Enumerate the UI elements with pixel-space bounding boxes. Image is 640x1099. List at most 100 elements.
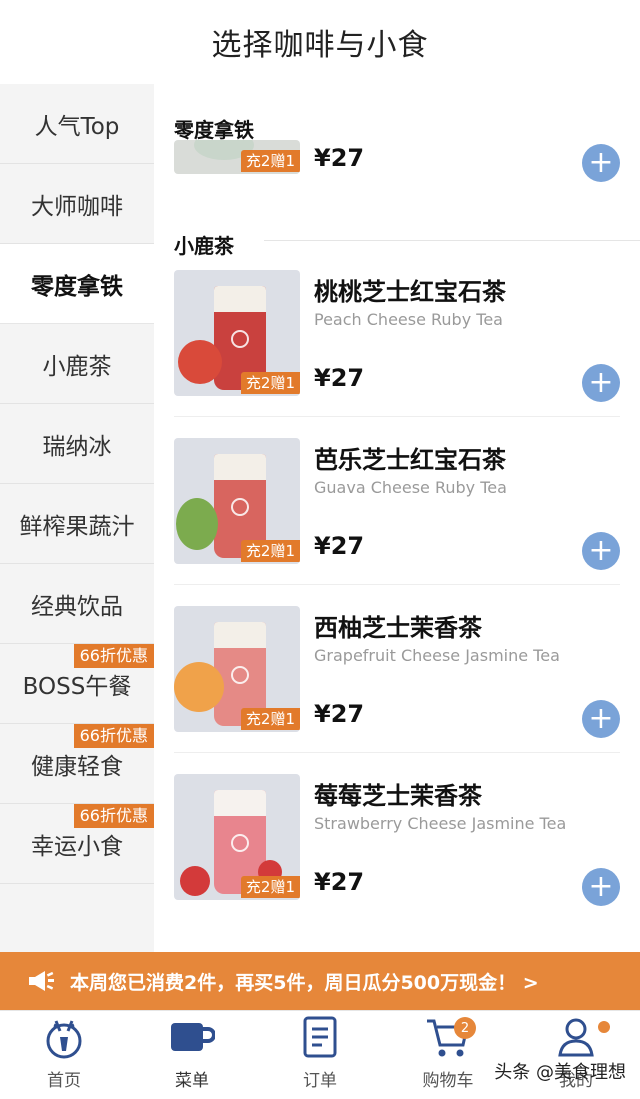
sidebar-item-label: 幸运小食 (31, 833, 123, 860)
sidebar-item-label: 小鹿茶 (42, 353, 112, 380)
guava-fruit-shape (176, 498, 218, 550)
product-price: ¥27 (314, 144, 365, 172)
product-price: ¥27 (314, 700, 365, 728)
order-icon (302, 1014, 338, 1060)
sidebar-item-popular[interactable]: 人气Top (0, 84, 154, 164)
section-title: 零度拿铁 (174, 118, 254, 142)
sidebar-item-label: 大师咖啡 (31, 193, 123, 220)
promo-tag: 充2赠1 (240, 708, 300, 730)
tab-cart[interactable]: 2 购物车 (384, 1011, 512, 1099)
product-card[interactable]: 充2赠1 莓莓芝士茉香茶 Strawberry Cheese Jasmine T… (174, 774, 620, 942)
sidebar-item-lucky-snacks[interactable]: 66折优惠 幸运小食 (0, 804, 154, 884)
tab-home[interactable]: 首页 (0, 1011, 128, 1099)
cart-count-badge: 2 (454, 1017, 476, 1039)
tab-label: 购物车 (422, 1071, 474, 1091)
sidebar-item-classic-drinks[interactable]: 经典饮品 (0, 564, 154, 644)
product-card[interactable]: 充2赠1 ¥27 + (174, 140, 620, 200)
promo-tag: 充2赠1 (240, 150, 300, 172)
user-icon (556, 1014, 596, 1060)
tab-label: 首页 (47, 1071, 81, 1091)
promo-tag: 充2赠1 (240, 876, 300, 898)
cheese-foam-shape (214, 286, 266, 312)
sidebar-item-label: 零度拿铁 (31, 273, 123, 300)
product-card[interactable]: 充2赠1 芭乐芝士红宝石茶 Guava Cheese Ruby Tea ¥27 … (174, 438, 620, 606)
page-title: 选择咖啡与小食 (211, 28, 429, 63)
cheese-foam-shape (214, 454, 266, 480)
tab-label: 订单 (303, 1071, 337, 1091)
watermark: 头条 @美食理想 (494, 1062, 626, 1083)
plus-icon: + (588, 365, 614, 400)
product-image: 充2赠1 (174, 140, 300, 174)
deer-icon (44, 1014, 84, 1060)
product-name: 莓莓芝士茉香茶 (314, 782, 482, 810)
product-name: 桃桃芝士红宝石茶 (314, 278, 506, 306)
product-name-en: Grapefruit Cheese Jasmine Tea (314, 646, 560, 665)
product-name-en: Strawberry Cheese Jasmine Tea (314, 814, 567, 833)
product-list: 零度拿铁 充2赠1 ¥27 + 小鹿茶 充2赠1 桃桃芝士红宝石茶 Peach … (154, 84, 640, 952)
sidebar-item-label: 瑞纳冰 (42, 433, 112, 460)
cup-icon (169, 1014, 215, 1060)
item-divider (174, 752, 620, 753)
item-divider (174, 416, 620, 417)
product-name-en: Peach Cheese Ruby Tea (314, 310, 503, 329)
sidebar-item-zero-latte[interactable]: 零度拿铁 (0, 244, 154, 324)
product-image: 充2赠1 (174, 438, 300, 564)
product-image: 充2赠1 (174, 774, 300, 900)
megaphone-icon (28, 970, 58, 992)
bottom-tab-bar: 首页 菜单 订单 2 购物车 我的 (0, 1010, 640, 1099)
sidebar-item-fresh-juice[interactable]: 鲜榨果蔬汁 (0, 484, 154, 564)
plus-icon: + (588, 533, 614, 568)
sidebar-item-master-coffee[interactable]: 大师咖啡 (0, 164, 154, 244)
product-name-en: Guava Cheese Ruby Tea (314, 478, 507, 497)
sidebar-item-deer-tea[interactable]: 小鹿茶 (0, 324, 154, 404)
add-to-cart-button[interactable]: + (582, 144, 620, 182)
deer-logo-icon (231, 330, 249, 348)
discount-badge: 66折优惠 (73, 644, 154, 668)
discount-badge: 66折优惠 (73, 724, 154, 748)
add-to-cart-button[interactable]: + (582, 532, 620, 570)
item-divider (174, 584, 620, 585)
sidebar-item-label: 鲜榨果蔬汁 (19, 513, 135, 540)
sidebar-item-label: 人气Top (34, 113, 120, 140)
plus-icon: + (588, 869, 614, 904)
add-to-cart-button[interactable]: + (582, 364, 620, 402)
product-card[interactable]: 充2赠1 西柚芝士茉香茶 Grapefruit Cheese Jasmine T… (174, 606, 620, 774)
deer-logo-icon (231, 666, 249, 684)
discount-badge: 66折优惠 (73, 804, 154, 828)
tab-label: 菜单 (175, 1071, 209, 1091)
deer-logo-icon (231, 498, 249, 516)
plus-icon: + (588, 701, 614, 736)
cheese-foam-shape (214, 790, 266, 816)
product-name: 西柚芝士茉香茶 (314, 614, 482, 642)
tab-menu[interactable]: 菜单 (128, 1011, 256, 1099)
section-title: 小鹿茶 (174, 234, 234, 258)
promo-banner-text: 本周您已消费2件，再买5件，周日瓜分500万现金！ > (70, 971, 539, 994)
sidebar-item-label: 经典饮品 (31, 593, 123, 620)
grapefruit-fruit-shape (174, 662, 224, 712)
product-price: ¥27 (314, 364, 365, 392)
top-bar: 选择咖啡与小食 (0, 0, 640, 84)
sidebar-item-label: 健康轻食 (31, 753, 123, 780)
section-divider (264, 240, 640, 241)
sidebar-item-ruina-ice[interactable]: 瑞纳冰 (0, 404, 154, 484)
cheese-foam-shape (214, 622, 266, 648)
notification-dot (598, 1021, 610, 1033)
promo-tag: 充2赠1 (240, 540, 300, 562)
deer-logo-icon (231, 834, 249, 852)
sidebar-item-light-meal[interactable]: 66折优惠 健康轻食 (0, 724, 154, 804)
add-to-cart-button[interactable]: + (582, 700, 620, 738)
promo-banner[interactable]: 本周您已消费2件，再买5件，周日瓜分500万现金！ > (0, 952, 640, 1010)
product-price: ¥27 (314, 868, 365, 896)
tab-orders[interactable]: 订单 (256, 1011, 384, 1099)
product-image: 充2赠1 (174, 270, 300, 396)
product-price: ¥27 (314, 532, 365, 560)
add-to-cart-button[interactable]: + (582, 868, 620, 906)
sidebar-item-label: BOSS午餐 (22, 673, 132, 700)
product-image: 充2赠1 (174, 606, 300, 732)
peach-fruit-shape (178, 340, 222, 384)
sidebar-item-boss-lunch[interactable]: 66折优惠 BOSS午餐 (0, 644, 154, 724)
tab-profile[interactable]: 我的 (512, 1011, 640, 1099)
product-card[interactable]: 充2赠1 桃桃芝士红宝石茶 Peach Cheese Ruby Tea ¥27 … (174, 270, 620, 438)
plus-icon: + (588, 145, 614, 180)
category-sidebar: 人气Top 大师咖啡 零度拿铁 小鹿茶 瑞纳冰 鲜榨果蔬汁 经典饮品 66折优惠… (0, 84, 154, 952)
